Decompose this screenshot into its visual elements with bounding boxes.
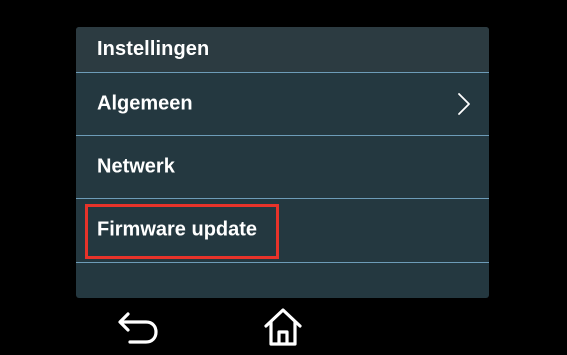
menu-item-label: Algemeen: [97, 92, 193, 115]
settings-panel: Instellingen Algemeen Netwerk Firmware u…: [76, 27, 489, 298]
home-icon[interactable]: [262, 306, 304, 348]
menu-item-algemeen[interactable]: Algemeen: [76, 73, 489, 135]
menu-item-netwerk[interactable]: Netwerk: [76, 136, 489, 198]
menu-item-firmware-update[interactable]: Firmware update: [76, 199, 489, 261]
device-screen: Instellingen Algemeen Netwerk Firmware u…: [0, 0, 567, 355]
navigation-bar: [0, 300, 567, 355]
menu-item-label: Netwerk: [97, 155, 175, 178]
divider: [76, 262, 489, 263]
back-arrow-icon[interactable]: [116, 308, 162, 348]
menu-item-label: Firmware update: [97, 218, 258, 241]
page-title: Instellingen: [97, 38, 210, 60]
chevron-right-icon: [458, 93, 470, 115]
settings-header: Instellingen: [76, 27, 489, 72]
